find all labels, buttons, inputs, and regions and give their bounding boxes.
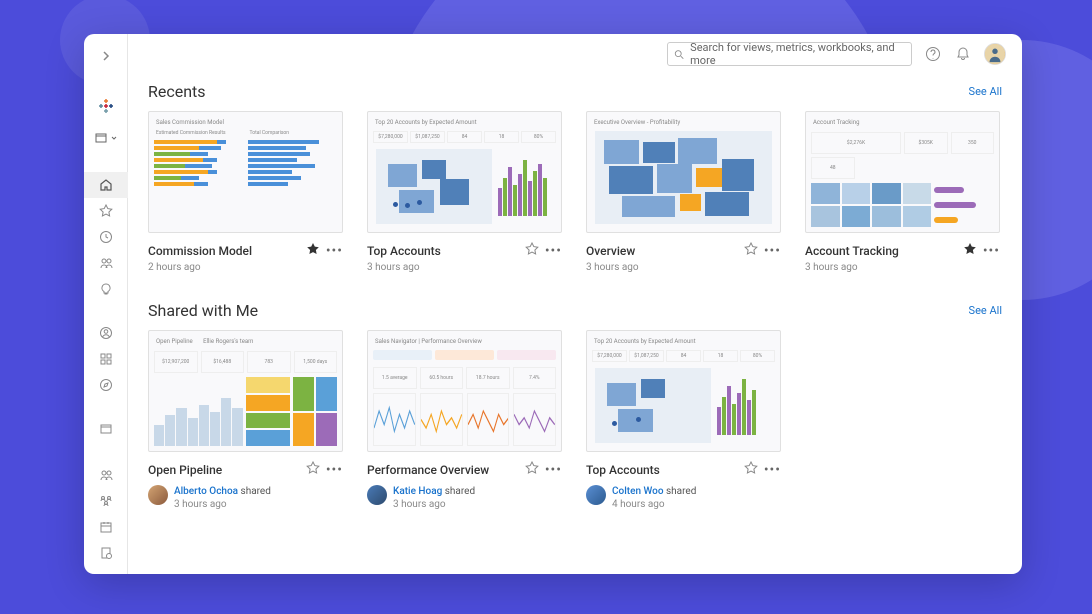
tableau-logo-icon[interactable] xyxy=(84,90,128,122)
thumbnail: Sales Navigator | Performance Overview 1… xyxy=(367,330,562,452)
sidebar-item-recommendations[interactable] xyxy=(84,276,128,302)
more-icon[interactable]: ••• xyxy=(983,243,1000,259)
app-window: Search for views, metrics, workbooks, an… xyxy=(84,34,1022,574)
card-overview[interactable]: Executive Overview - Profitability xyxy=(586,111,781,273)
card-subtitle: 3 hours ago xyxy=(805,262,1000,273)
shared-header: Shared with Me See All xyxy=(148,301,1002,320)
search-input[interactable]: Search for views, metrics, workbooks, an… xyxy=(667,42,912,66)
sidebar-item-recents[interactable] xyxy=(84,224,128,250)
sidebar-item-favorites[interactable] xyxy=(84,198,128,224)
card-subtitle: 3 hours ago xyxy=(367,262,562,273)
sharer-avatar xyxy=(148,485,168,505)
search-placeholder: Search for views, metrics, workbooks, an… xyxy=(690,41,905,67)
sidebar-item-shared[interactable] xyxy=(84,250,128,276)
sidebar-item-home[interactable] xyxy=(84,172,128,198)
star-icon[interactable] xyxy=(744,241,758,260)
sharer-name[interactable]: Katie Hoag xyxy=(393,486,442,497)
shared-time: 4 hours ago xyxy=(612,498,696,511)
thumbnail: Sales Commission Model Estimated Commiss… xyxy=(148,111,343,233)
sidebar-item-groups[interactable] xyxy=(84,488,128,514)
thumbnail: Open Pipeline Ellie Rogers's team $12,90… xyxy=(148,330,343,452)
recents-see-all[interactable]: See All xyxy=(969,85,1002,98)
sidebar-item-users[interactable] xyxy=(84,462,128,488)
more-icon[interactable]: ••• xyxy=(545,243,562,259)
more-icon[interactable]: ••• xyxy=(545,462,562,478)
star-icon[interactable] xyxy=(525,460,539,479)
card-top-accounts-shared[interactable]: Top 20 Accounts by Expected Amount $7,28… xyxy=(586,330,781,511)
star-icon[interactable] xyxy=(306,460,320,479)
card-account-tracking[interactable]: Account Tracking $2,276K $305K 350 48 xyxy=(805,111,1000,273)
main-panel: Search for views, metrics, workbooks, an… xyxy=(128,34,1022,574)
topbar: Search for views, metrics, workbooks, an… xyxy=(128,34,1022,74)
card-performance-overview[interactable]: Sales Navigator | Performance Overview 1… xyxy=(367,330,562,511)
sharer-name[interactable]: Colten Woo xyxy=(612,486,664,497)
card-commission-model[interactable]: Sales Commission Model Estimated Commiss… xyxy=(148,111,343,273)
card-title: Top Accounts xyxy=(586,463,660,477)
card-title: Account Tracking xyxy=(805,244,899,258)
more-icon[interactable]: ••• xyxy=(326,462,343,478)
card-top-accounts[interactable]: Top 20 Accounts by Expected Amount $7,28… xyxy=(367,111,562,273)
shared-word: shared xyxy=(445,486,475,497)
more-icon[interactable]: ••• xyxy=(326,243,343,259)
sidebar xyxy=(84,34,128,574)
star-icon[interactable] xyxy=(306,241,320,260)
card-title: Open Pipeline xyxy=(148,463,222,477)
card-open-pipeline[interactable]: Open Pipeline Ellie Rogers's team $12,90… xyxy=(148,330,343,511)
star-icon[interactable] xyxy=(744,460,758,479)
shared-time: 3 hours ago xyxy=(174,498,271,511)
sidebar-item-personal[interactable] xyxy=(84,320,128,346)
notifications-button[interactable] xyxy=(954,45,972,63)
star-icon[interactable] xyxy=(963,241,977,260)
card-title: Top Accounts xyxy=(367,244,441,258)
star-icon[interactable] xyxy=(525,241,539,260)
card-subtitle: 3 hours ago xyxy=(586,262,781,273)
shared-time: 3 hours ago xyxy=(393,498,475,511)
card-title: Overview xyxy=(586,244,635,258)
recents-header: Recents See All xyxy=(148,82,1002,101)
sidebar-item-schedules[interactable] xyxy=(84,514,128,540)
user-avatar[interactable] xyxy=(984,43,1006,65)
sidebar-item-external[interactable] xyxy=(84,416,128,442)
sidebar-item-jobs[interactable] xyxy=(84,540,128,566)
new-button[interactable] xyxy=(84,122,128,154)
shared-row: Open Pipeline Ellie Rogers's team $12,90… xyxy=(148,330,1002,511)
shared-word: shared xyxy=(241,486,271,497)
sharer-avatar xyxy=(586,485,606,505)
search-icon xyxy=(674,49,684,60)
thumbnail: Executive Overview - Profitability xyxy=(586,111,781,233)
thumbnail: Top 20 Accounts by Expected Amount $7,28… xyxy=(367,111,562,233)
thumbnail: Top 20 Accounts by Expected Amount $7,28… xyxy=(586,330,781,452)
thumbnail: Account Tracking $2,276K $305K 350 48 xyxy=(805,111,1000,233)
sharer-avatar xyxy=(367,485,387,505)
help-button[interactable] xyxy=(924,45,942,63)
recents-title: Recents xyxy=(148,82,206,101)
expand-sidebar-button[interactable] xyxy=(84,40,128,72)
more-icon[interactable]: ••• xyxy=(764,462,781,478)
card-title: Commission Model xyxy=(148,244,252,258)
card-title: Performance Overview xyxy=(367,463,489,477)
sidebar-item-collections[interactable] xyxy=(84,346,128,372)
shared-see-all[interactable]: See All xyxy=(969,304,1002,317)
recents-row: Sales Commission Model Estimated Commiss… xyxy=(148,111,1002,273)
content-area: Recents See All Sales Commission Model E… xyxy=(128,74,1022,574)
shared-word: shared xyxy=(666,486,696,497)
sharer-name[interactable]: Alberto Ochoa xyxy=(174,486,238,497)
sidebar-item-explore[interactable] xyxy=(84,372,128,398)
card-subtitle: 2 hours ago xyxy=(148,262,343,273)
shared-title: Shared with Me xyxy=(148,301,258,320)
more-icon[interactable]: ••• xyxy=(764,243,781,259)
